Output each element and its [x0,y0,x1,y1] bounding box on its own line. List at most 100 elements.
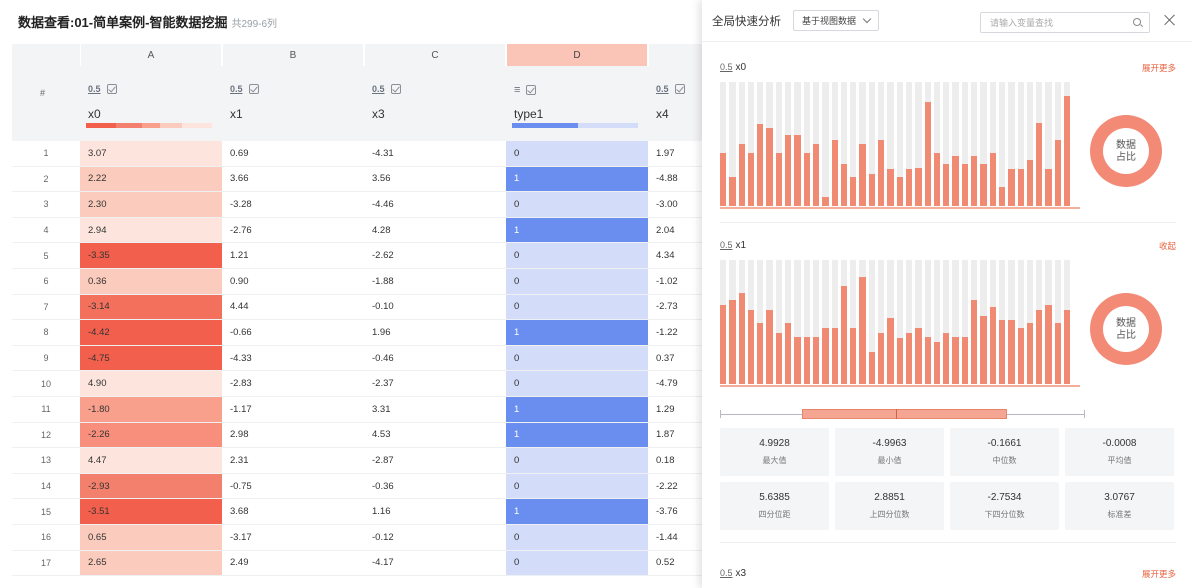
cell-type1[interactable]: 0 [506,550,648,576]
cell-x4[interactable]: 0.52 [648,551,706,576]
categorical-type-icon[interactable]: ≡ [514,84,520,96]
cell-x0[interactable]: 2.65 [80,550,222,576]
cell-x3[interactable]: -0.46 [364,346,506,371]
cell-x1[interactable]: 4.44 [222,295,364,320]
cell-type1[interactable]: 0 [506,473,648,499]
cell-x1[interactable]: -3.28 [222,192,364,217]
cell-x3[interactable]: -2.87 [364,448,506,473]
edit-checkbox-icon[interactable] [390,84,401,94]
table-row[interactable]: 4 2.94 -2.76 4.28 1 2.04 [12,217,706,244]
cell-type1[interactable]: 1 [506,217,648,243]
cell-x4[interactable]: 2.04 [648,218,706,243]
cell-type1[interactable]: 0 [506,141,648,166]
cell-type1[interactable]: 0 [506,448,648,473]
column-letter-A[interactable]: A [81,44,221,66]
table-row[interactable]: 7 -3.14 4.44 -0.10 0 -2.73 [12,294,706,321]
cell-x1[interactable]: -2.83 [222,371,364,396]
cell-x4[interactable]: -4.88 [648,167,706,192]
edit-checkbox-icon[interactable] [674,84,685,94]
cell-type1[interactable]: 1 [506,166,648,192]
cell-x3[interactable]: -4.31 [364,141,506,166]
cell-x0[interactable]: -3.14 [80,294,222,320]
table-row[interactable]: 10 4.90 -2.83 -2.37 0 -4.79 [12,371,706,397]
column-letter-C[interactable]: C [365,44,505,66]
cell-x4[interactable]: -1.22 [648,320,706,345]
table-row[interactable]: 12 -2.26 2.98 4.53 1 1.87 [12,422,706,449]
cell-x1[interactable]: 2.98 [222,423,364,448]
table-row[interactable]: 5 -3.35 1.21 -2.62 0 4.34 [12,243,706,269]
cell-x3[interactable]: -0.36 [364,474,506,499]
expand-more-link[interactable]: 展开更多 [1142,568,1176,580]
cell-x3[interactable]: 3.31 [364,397,506,422]
cell-x0[interactable]: 3.07 [80,141,222,166]
cell-type1[interactable]: 0 [506,294,648,320]
table-row[interactable]: 3 2.30 -3.28 -4.46 0 -3.00 [12,192,706,218]
table-row[interactable]: 16 0.65 -3.17 -0.12 0 -1.44 [12,525,706,551]
cell-type1[interactable]: 1 [506,422,648,448]
edit-checkbox-icon[interactable] [248,84,259,94]
column-header-x1[interactable]: 0.5 x1 [222,66,364,141]
cell-x3[interactable]: 4.53 [364,423,506,448]
cell-type1[interactable]: 1 [506,499,648,524]
cell-x0[interactable]: -1.80 [80,397,222,422]
data-ratio-donut[interactable]: 数据 占比 [1090,115,1162,187]
column-letter-D[interactable]: D [507,44,647,66]
cell-x3[interactable]: -2.37 [364,371,506,396]
table-row[interactable]: 6 0.36 0.90 -1.88 0 -1.02 [12,269,706,295]
column-header-x4[interactable]: 0.5 x4 [648,66,706,141]
cell-type1[interactable]: 0 [506,192,648,217]
column-header-type1[interactable]: ≡ type1 [506,66,648,141]
cell-x3[interactable]: 1.96 [364,320,506,345]
cell-x1[interactable]: -0.75 [222,474,364,499]
cell-x3[interactable]: -4.17 [364,551,506,576]
cell-x0[interactable]: -2.93 [80,473,222,499]
numeric-type-icon[interactable]: 0.5 [656,84,669,94]
cell-x4[interactable]: -2.22 [648,474,706,499]
numeric-type-icon[interactable]: 0.5 [88,84,101,94]
cell-type1[interactable]: 0 [506,371,648,396]
cell-x1[interactable]: 1.21 [222,243,364,268]
cell-x0[interactable]: 4.47 [80,448,222,473]
cell-x0[interactable]: -2.26 [80,422,222,448]
edit-checkbox-icon[interactable] [526,85,537,95]
cell-x4[interactable]: 0.18 [648,448,706,473]
cell-x4[interactable]: 0.37 [648,346,706,371]
cell-x4[interactable]: 1.29 [648,397,706,422]
cell-x1[interactable]: 3.66 [222,167,364,192]
table-row[interactable]: 14 -2.93 -0.75 -0.36 0 -2.22 [12,473,706,500]
cell-x4[interactable]: -3.76 [648,499,706,524]
cell-x1[interactable]: 0.69 [222,141,364,166]
cell-x1[interactable]: 0.90 [222,269,364,294]
column-header-x3[interactable]: 0.5 x3 [364,66,506,141]
cell-type1[interactable]: 1 [506,320,648,345]
cell-x3[interactable]: -0.10 [364,295,506,320]
search-icon[interactable] [1133,18,1141,26]
cell-type1[interactable]: 0 [506,269,648,294]
cell-x1[interactable]: -0.66 [222,320,364,345]
cell-x1[interactable]: -3.17 [222,525,364,550]
cell-x3[interactable]: 1.16 [364,499,506,524]
table-row[interactable]: 17 2.65 2.49 -4.17 0 0.52 [12,550,706,577]
cell-x1[interactable]: -1.17 [222,397,364,422]
cell-x1[interactable]: -2.76 [222,218,364,243]
cell-x0[interactable]: 0.36 [80,269,222,294]
cell-x3[interactable]: -1.88 [364,269,506,294]
cell-x1[interactable]: -4.33 [222,346,364,371]
cell-x0[interactable]: 4.90 [80,371,222,396]
cell-x0[interactable]: -4.42 [80,320,222,345]
table-row[interactable]: 2 2.22 3.66 3.56 1 -4.88 [12,166,706,193]
cell-x1[interactable]: 3.68 [222,499,364,524]
collapse-link[interactable]: 收起 [1159,240,1176,252]
cell-x0[interactable]: -3.35 [80,243,222,268]
cell-x1[interactable]: 2.49 [222,551,364,576]
table-row[interactable]: 1 3.07 0.69 -4.31 0 1.97 [12,141,706,167]
column-header-x0[interactable]: 0.5 x0 [80,66,222,141]
table-row[interactable]: 15 -3.51 3.68 1.16 1 -3.76 [12,499,706,525]
cell-x3[interactable]: -0.12 [364,525,506,550]
cell-x4[interactable]: -1.02 [648,269,706,294]
cell-x0[interactable]: 0.65 [80,525,222,550]
cell-x1[interactable]: 2.31 [222,448,364,473]
cell-x0[interactable]: 2.94 [80,217,222,243]
close-icon[interactable] [1164,14,1176,26]
numeric-type-icon[interactable]: 0.5 [230,84,243,94]
